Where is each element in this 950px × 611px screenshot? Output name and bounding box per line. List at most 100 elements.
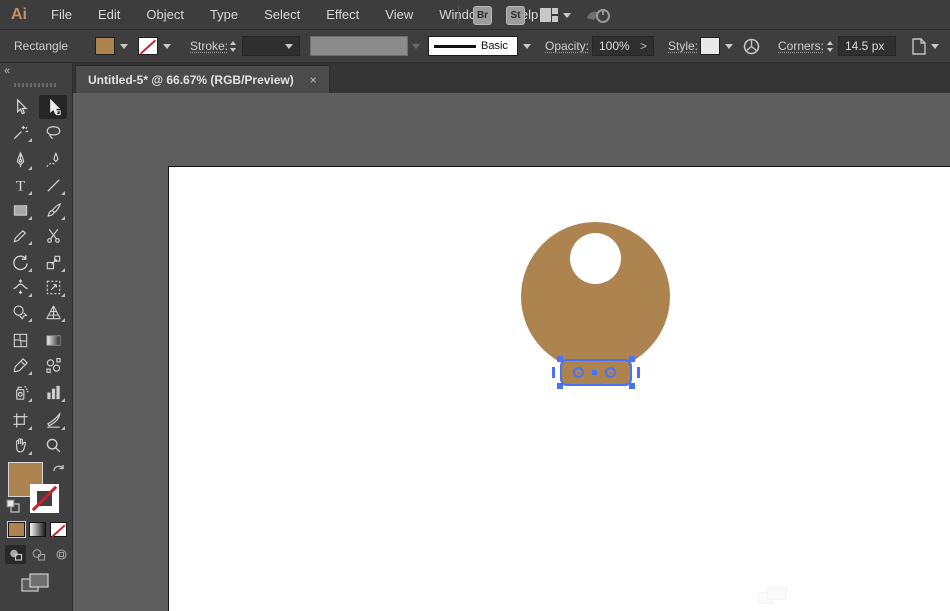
default-fill-stroke-icon[interactable] xyxy=(6,499,20,513)
hand-tool[interactable] xyxy=(6,433,34,457)
swap-fill-stroke-icon[interactable] xyxy=(51,462,66,476)
stroke-label[interactable]: Stroke: xyxy=(190,30,228,62)
perspective-grid-tool[interactable] xyxy=(39,300,67,324)
document-tab[interactable]: Untitled-5* @ 66.67% (RGB/Preview) × xyxy=(75,65,330,93)
style-swatch[interactable] xyxy=(700,37,720,55)
left-edge-handle[interactable] xyxy=(552,367,555,378)
stroke-weight-field[interactable] xyxy=(242,30,300,62)
color-wheel-icon xyxy=(743,38,760,55)
recolor-artwork-button[interactable] xyxy=(743,30,760,62)
brush-definition-control[interactable]: Basic xyxy=(428,30,534,62)
menu-select[interactable]: Select xyxy=(251,0,313,30)
drawing-mode-buttons xyxy=(5,545,72,564)
draw-inside-button[interactable] xyxy=(51,545,72,564)
style-chevron[interactable] xyxy=(721,37,736,55)
stroke-color-indicator[interactable] xyxy=(30,484,59,513)
selection-tool[interactable] xyxy=(6,95,34,119)
paintbrush-tool[interactable] xyxy=(39,198,67,222)
right-edge-handle[interactable] xyxy=(637,367,640,378)
brush-chevron[interactable] xyxy=(519,37,534,55)
lasso-tool[interactable] xyxy=(39,120,67,144)
corners-label[interactable]: Corners: xyxy=(778,30,824,62)
object-center-point[interactable] xyxy=(592,370,597,375)
screen-mode-button[interactable] xyxy=(20,572,50,594)
gradient-button[interactable] xyxy=(29,522,46,537)
width-tool[interactable] xyxy=(6,275,34,299)
graphic-style-control[interactable] xyxy=(700,30,736,62)
rectangle-tool[interactable] xyxy=(6,198,34,222)
stock-icon[interactable]: St xyxy=(506,6,525,25)
menu-type[interactable]: Type xyxy=(197,0,251,30)
style-label[interactable]: Style: xyxy=(668,30,698,62)
stroke-none-swatch[interactable] xyxy=(138,37,158,55)
fill-swatch[interactable] xyxy=(95,37,115,55)
stroke-color-control[interactable] xyxy=(138,30,174,62)
circle-cutout[interactable] xyxy=(570,233,621,284)
direct-selection-tool[interactable] xyxy=(39,95,67,119)
fill-color-control[interactable] xyxy=(95,30,131,62)
selected-object-type-label: Rectangle xyxy=(14,30,68,62)
none-button[interactable] xyxy=(50,522,67,537)
panel-grip[interactable] xyxy=(14,83,58,87)
opacity-label[interactable]: Opacity: xyxy=(545,30,589,62)
opacity-value: 100% xyxy=(599,39,630,53)
opacity-field[interactable]: 100% > xyxy=(592,30,654,62)
rotate-tool[interactable] xyxy=(6,250,34,274)
eyedropper-tool[interactable] xyxy=(6,353,34,377)
tab-close-button[interactable]: × xyxy=(310,73,317,87)
slice-tool[interactable] xyxy=(39,408,67,432)
brush-preview[interactable]: Basic xyxy=(428,36,518,56)
pen-tool[interactable] xyxy=(6,148,34,172)
anchor-top-left[interactable] xyxy=(557,356,563,362)
blend-tool[interactable] xyxy=(39,353,67,377)
artboard[interactable] xyxy=(168,166,950,611)
anchor-bottom-right[interactable] xyxy=(629,383,635,389)
stroke-chevron[interactable] xyxy=(159,37,174,55)
menu-object[interactable]: Object xyxy=(133,0,197,30)
draw-behind-button[interactable] xyxy=(28,545,49,564)
brush-stroke-sample xyxy=(434,45,476,48)
menu-bar: Ai File Edit Object Type Select Effect V… xyxy=(0,0,950,30)
chevron-down-icon xyxy=(563,13,571,18)
bridge-icon[interactable]: Br xyxy=(473,6,492,25)
color-button[interactable] xyxy=(8,522,25,537)
column-graph-tool[interactable] xyxy=(39,380,67,404)
symbol-sprayer-tool[interactable] xyxy=(6,380,34,404)
live-corner-widget-left[interactable] xyxy=(573,367,584,378)
tools-panel: « xyxy=(0,63,73,611)
document-tab-bar: Untitled-5* @ 66.67% (RGB/Preview) × xyxy=(73,63,950,93)
menu-effect[interactable]: Effect xyxy=(313,0,372,30)
shape-builder-tool[interactable] xyxy=(6,300,34,324)
menu-view[interactable]: View xyxy=(372,0,426,30)
free-transform-tool[interactable] xyxy=(39,275,67,299)
zoom-tool[interactable] xyxy=(39,433,67,457)
corners-spinner[interactable] xyxy=(824,30,836,62)
canvas-pasteboard[interactable] xyxy=(73,93,950,611)
artboard-tool[interactable] xyxy=(6,408,34,432)
opacity-more-arrow[interactable]: > xyxy=(640,39,647,53)
menu-file[interactable]: File xyxy=(38,0,85,30)
scissors-tool[interactable] xyxy=(39,223,67,247)
collapse-panel-button[interactable]: « xyxy=(4,65,10,77)
line-segment-tool[interactable] xyxy=(39,173,67,197)
stroke-weight-spinner[interactable] xyxy=(227,30,239,62)
gpu-performance-icon[interactable] xyxy=(585,6,611,24)
artboard-options-control[interactable] xyxy=(910,30,939,62)
anchor-bottom-left[interactable] xyxy=(557,383,563,389)
live-corner-widget-right[interactable] xyxy=(605,367,616,378)
curvature-tool[interactable] xyxy=(39,148,67,172)
fill-chevron[interactable] xyxy=(116,37,131,55)
color-type-buttons xyxy=(8,522,67,537)
mesh-tool[interactable] xyxy=(6,328,34,352)
corners-field[interactable]: 14.5 px xyxy=(838,30,896,62)
gradient-tool[interactable] xyxy=(39,328,67,352)
pencil-tool[interactable] xyxy=(6,223,34,247)
workspace-switcher[interactable] xyxy=(539,7,571,23)
draw-normal-button[interactable] xyxy=(5,545,26,564)
scale-tool[interactable] xyxy=(39,250,67,274)
magic-wand-tool[interactable] xyxy=(6,120,34,144)
type-tool[interactable]: T xyxy=(6,173,34,197)
anchor-top-right[interactable] xyxy=(629,356,635,362)
document-page-icon xyxy=(910,37,928,56)
menu-edit[interactable]: Edit xyxy=(85,0,133,30)
